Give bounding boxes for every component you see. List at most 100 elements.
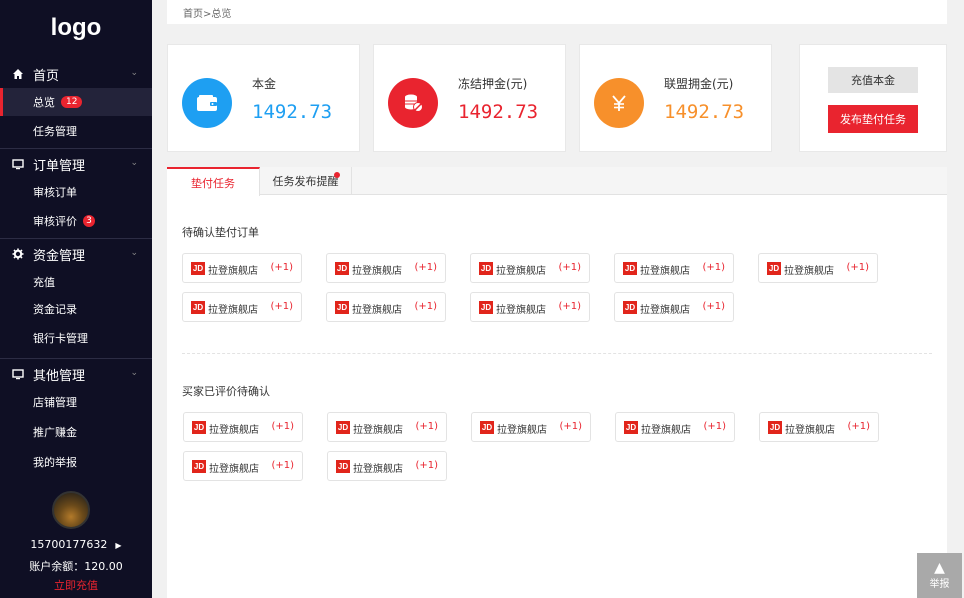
shop-name: 拉登旗舰店 — [496, 266, 546, 277]
jd-logo-icon: JD — [336, 421, 350, 434]
card-label: 冻结押金(元) — [458, 77, 528, 91]
monitor-icon — [12, 158, 24, 170]
shop-chip[interactable]: JD 拉登旗舰店 (+1) — [326, 292, 446, 322]
shop-chip[interactable]: JD 拉登旗舰店 (+1) — [182, 253, 302, 283]
shop-chip[interactable]: JD 拉登旗舰店 (+1) — [183, 412, 303, 442]
chevron-down-icon: ⌄ — [130, 68, 138, 78]
user-phone-number: 15700177632 — [30, 538, 108, 551]
user-phone[interactable]: 15700177632 ▶ — [0, 538, 152, 551]
alliance-commission-card: 联盟拥金(元) 1492.73 — [579, 44, 772, 152]
account-balance: 账户余额：120.00 — [29, 560, 123, 573]
section-title-pending-orders: 待确认垫付订单 — [182, 226, 259, 239]
shop-chip[interactable]: JD 拉登旗舰店 (+1) — [326, 253, 446, 283]
sidebar-item-label: 任务管理 — [33, 125, 77, 138]
shop-name: 拉登旗舰店 — [209, 425, 259, 436]
sidebar-item-promotion[interactable]: 推广赚金 — [0, 418, 152, 446]
card-label: 本金 — [252, 77, 277, 91]
tab-label: 垫付任务 — [191, 176, 235, 190]
sidebar-item-overview[interactable]: 总览 12 — [0, 88, 152, 116]
shop-count: (+1) — [847, 421, 870, 432]
shop-chip[interactable]: JD 拉登旗舰店 (+1) — [758, 253, 878, 283]
shop-chip[interactable]: JD 拉登旗舰店 (+1) — [614, 253, 734, 283]
sidebar-group-orders[interactable]: 订单管理 ⌄ — [0, 149, 152, 179]
jd-logo-icon: JD — [623, 262, 637, 275]
sidebar-item-label: 我的举报 — [33, 456, 77, 469]
shop-chip[interactable]: JD 拉登旗舰店 (+1) — [471, 412, 591, 442]
shop-count: (+1) — [702, 262, 725, 273]
sidebar-group-other[interactable]: 其他管理 ⌄ — [0, 359, 152, 389]
sidebar-item-bank-cards[interactable]: 银行卡管理 — [0, 324, 152, 352]
publish-task-button[interactable]: 发布垫付任务 — [828, 105, 918, 133]
tab-advance-task[interactable]: 垫付任务 — [167, 167, 260, 196]
shop-chip[interactable]: JD 拉登旗舰店 (+1) — [327, 451, 447, 481]
breadcrumb[interactable]: 首页>总览 — [183, 5, 231, 20]
jd-logo-icon: JD — [768, 421, 782, 434]
recharge-now-link[interactable]: 立即充值 — [0, 577, 152, 593]
sidebar-item-recharge[interactable]: 充值 — [0, 268, 152, 296]
sidebar-item-label: 店铺管理 — [33, 396, 77, 409]
report-button[interactable]: ▲ 举报 — [917, 553, 962, 598]
arrow-up-icon: ▲ — [934, 560, 945, 576]
shop-count: (+1) — [558, 262, 581, 273]
shop-name: 拉登旗舰店 — [352, 266, 402, 277]
shop-name: 拉登旗舰店 — [209, 464, 259, 475]
shop-chip[interactable]: JD 拉登旗舰店 (+1) — [327, 412, 447, 442]
sidebar-item-fund-records[interactable]: 资金记录 — [0, 295, 152, 323]
chevron-down-icon: ⌄ — [130, 248, 138, 258]
shop-name: 拉登旗舰店 — [208, 266, 258, 277]
jd-logo-icon: JD — [192, 421, 206, 434]
shop-chip[interactable]: JD 拉登旗舰店 (+1) — [470, 292, 590, 322]
wallet-icon — [182, 78, 232, 128]
shop-chip[interactable]: JD 拉登旗舰店 (+1) — [615, 412, 735, 442]
shop-chip[interactable]: JD 拉登旗舰店 (+1) — [182, 292, 302, 322]
shop-name: 拉登旗舰店 — [208, 305, 258, 316]
section-title-reviewed: 买家已评价待确认 — [182, 385, 270, 398]
shop-count: (+1) — [558, 301, 581, 312]
recharge-principal-button[interactable]: 充值本金 — [828, 67, 918, 93]
sidebar-item-task-management[interactable]: 任务管理 — [0, 117, 152, 145]
sidebar-item-label: 推广赚金 — [33, 426, 77, 439]
sidebar-item-review-comments[interactable]: 审核评价 3 — [0, 207, 152, 235]
jd-logo-icon: JD — [479, 262, 493, 275]
sidebar-item-my-reports[interactable]: 我的举报 — [0, 448, 152, 476]
sidebar-item-label: 审核评价 — [33, 215, 77, 228]
jd-logo-icon: JD — [767, 262, 781, 275]
shop-count: (+1) — [270, 262, 293, 273]
sidebar-group-funds[interactable]: 资金管理 ⌄ — [0, 239, 152, 269]
sidebar-item-shop-management[interactable]: 店铺管理 — [0, 388, 152, 416]
shop-name: 拉登旗舰店 — [496, 305, 546, 316]
shop-count: (+1) — [414, 262, 437, 273]
actions-card: 充值本金 发布垫付任务 — [799, 44, 947, 152]
shop-chip[interactable]: JD 拉登旗舰店 (+1) — [470, 253, 590, 283]
sidebar-item-label: 充值 — [33, 276, 55, 289]
shop-count: (+1) — [702, 301, 725, 312]
caret-right-icon: ▶ — [115, 541, 122, 550]
shop-count: (+1) — [271, 460, 294, 471]
shop-name: 拉登旗舰店 — [640, 305, 690, 316]
breadcrumb-bar: 首页>总览 — [167, 0, 947, 24]
shop-count: (+1) — [846, 262, 869, 273]
sidebar-group-label: 其他管理 — [33, 368, 86, 384]
shop-chip[interactable]: JD 拉登旗舰店 (+1) — [759, 412, 879, 442]
sidebar: logo 首页 ⌄ 总览 12 任务管理 订单管理 ⌄ 审核订单 审核评价 3 … — [0, 0, 152, 598]
report-label: 举报 — [929, 579, 950, 590]
tab-publish-reminder[interactable]: 任务发布提醒 — [260, 167, 352, 195]
sidebar-item-review-orders[interactable]: 审核订单 — [0, 178, 152, 206]
chevron-down-icon: ⌄ — [130, 368, 138, 378]
card-label: 联盟拥金(元) — [664, 77, 734, 91]
shop-chip[interactable]: JD 拉登旗舰店 (+1) — [614, 292, 734, 322]
shop-chip[interactable]: JD 拉登旗舰店 (+1) — [183, 451, 303, 481]
shop-count: (+1) — [415, 421, 438, 432]
gear-icon — [12, 248, 24, 260]
tab-bar: 垫付任务 任务发布提醒 — [167, 167, 947, 196]
sidebar-group-label: 首页 — [33, 68, 60, 84]
jd-logo-icon: JD — [335, 301, 349, 314]
chevron-down-icon: ⌄ — [130, 158, 138, 168]
sidebar-group-label: 资金管理 — [33, 248, 86, 264]
jd-logo-icon: JD — [479, 301, 493, 314]
count-badge: 12 — [61, 96, 83, 108]
shop-name: 拉登旗舰店 — [784, 266, 834, 277]
sidebar-group-home[interactable]: 首页 ⌄ — [0, 59, 152, 89]
logo[interactable]: logo — [0, 14, 152, 42]
avatar[interactable] — [52, 491, 90, 529]
